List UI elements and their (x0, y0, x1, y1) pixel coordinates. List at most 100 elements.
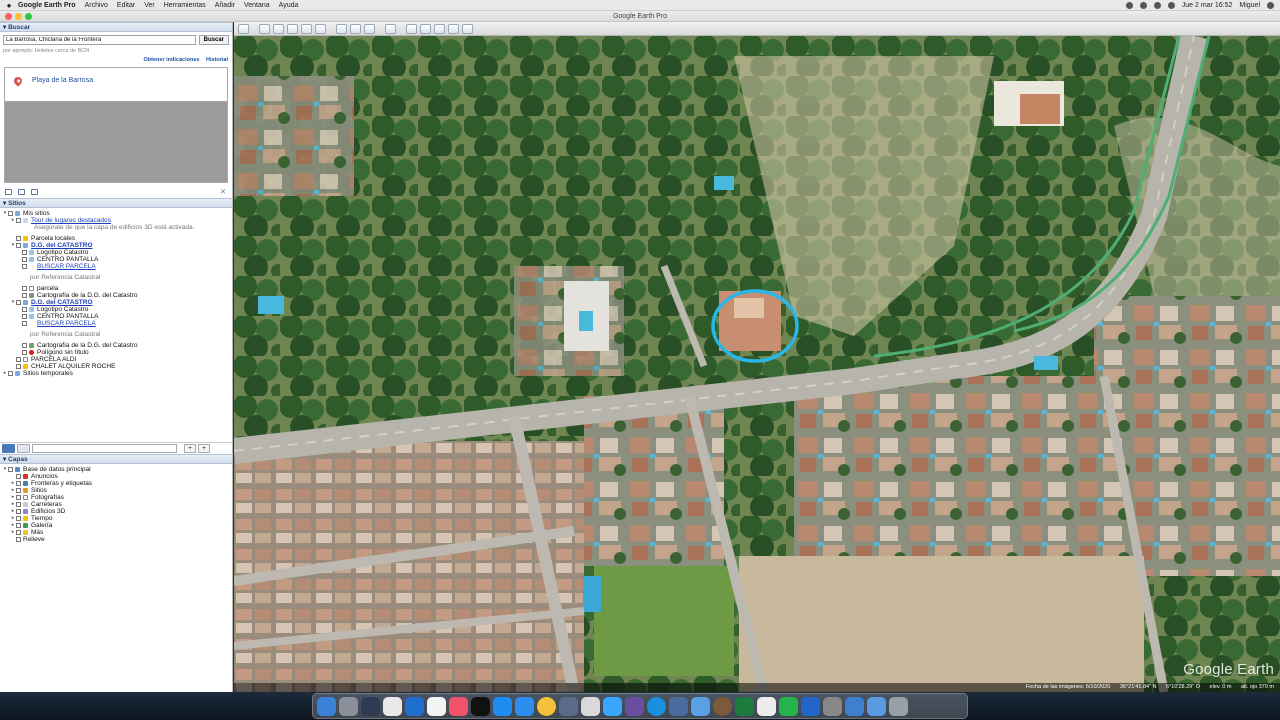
add-path-button[interactable] (287, 23, 298, 34)
music-icon[interactable] (449, 696, 468, 716)
clear-results-icon[interactable]: ✕ (220, 188, 226, 196)
layer-item[interactable]: ▸ Carreteras (0, 501, 232, 508)
word-icon[interactable] (801, 696, 820, 716)
search-panel-header[interactable]: ▾ Buscar (0, 22, 232, 32)
tree-item-centro-1[interactable]: CENTRO PANTALLA (0, 256, 232, 263)
folder-icon[interactable] (5, 188, 12, 195)
tree-item-parcela-locales[interactable]: Parcela locales (0, 235, 232, 242)
spotlight-icon[interactable] (1267, 2, 1274, 9)
system-preferences-icon[interactable] (581, 696, 600, 716)
skype-icon[interactable] (603, 696, 622, 716)
status-icon[interactable] (1125, 2, 1133, 9)
places-filter-input[interactable] (32, 444, 177, 453)
excel-icon[interactable] (735, 696, 754, 716)
historical-imagery-button[interactable] (336, 23, 347, 34)
tree-item-buscar-2[interactable]: BUSCAR PARCELA (0, 320, 232, 327)
tree-item-aldi[interactable]: PARCELA ALDI (0, 356, 232, 363)
tree-item-buscar-1[interactable]: BUSCAR PARCELA (0, 263, 232, 270)
places-panel-header[interactable]: ▾ Sitios (0, 198, 232, 208)
add-polygon-button[interactable] (273, 23, 284, 34)
tree-item-chalet[interactable]: CHALET ALQUILER ROCHE (0, 363, 232, 370)
notes-icon[interactable] (427, 696, 446, 716)
layer-item[interactable]: Anuncios (0, 473, 232, 480)
search-button[interactable]: Buscar (198, 35, 229, 45)
globe-button[interactable] (462, 23, 473, 34)
safari-icon[interactable] (515, 696, 534, 716)
move-up-button[interactable]: + (184, 444, 196, 453)
menu-herramientas[interactable]: Herramientas (164, 2, 206, 9)
layer-item[interactable]: ▸ Más (0, 529, 232, 536)
outlook-icon[interactable] (405, 696, 424, 716)
sunlight-button[interactable] (350, 23, 361, 34)
tree-item-temporales[interactable]: ▸ Sitios temporales (0, 370, 232, 377)
app-menu[interactable]: Google Earth Pro (18, 2, 76, 9)
edge-icon[interactable] (647, 696, 666, 716)
layer-item[interactable]: ▸ Fronteras y etiquetas (0, 480, 232, 487)
search-input[interactable] (3, 35, 196, 45)
map-view[interactable]: Google Earth Fecha de las imágenes: 6/10… (234, 22, 1280, 692)
layer-item[interactable]: Relieve (0, 536, 232, 543)
print-icon[interactable] (31, 188, 38, 195)
chrome-icon[interactable] (537, 696, 556, 716)
search-result-item[interactable]: Playa de la Barrosa (5, 68, 227, 102)
save-image-button[interactable] (434, 23, 445, 34)
move-down-button[interactable]: + (198, 444, 210, 453)
layer-item[interactable]: ▾ Base de datos principal (0, 466, 232, 473)
layers-panel-header[interactable]: ▾ Capas (0, 454, 232, 464)
add-overlay-button[interactable] (301, 23, 312, 34)
clock[interactable]: Jue 2 mar 16:52 (1182, 2, 1233, 9)
launchpad-icon[interactable] (339, 696, 358, 716)
tree-item-parcela[interactable]: parcela (0, 285, 232, 292)
textedit-icon[interactable] (757, 696, 776, 716)
menu-ver[interactable]: Ver (144, 2, 155, 9)
places-toggle-button[interactable] (2, 444, 15, 453)
app-store-icon[interactable] (493, 696, 512, 716)
slack-icon[interactable] (625, 696, 644, 716)
tree-item-poligono[interactable]: Polígono sin título (0, 349, 232, 356)
menu-anadir[interactable]: Añadir (215, 2, 235, 9)
add-placemark-button[interactable] (259, 23, 270, 34)
result-label[interactable]: Playa de la Barrosa (32, 77, 93, 84)
view-in-maps-button[interactable] (448, 23, 459, 34)
calendar-icon[interactable] (383, 696, 402, 716)
layer-item[interactable]: ▸ Sitios (0, 487, 232, 494)
preview-icon[interactable] (559, 696, 578, 716)
layers-toggle-button[interactable] (17, 444, 30, 453)
zoom-window-button[interactable] (25, 13, 32, 20)
close-window-button[interactable] (5, 13, 12, 20)
menu-archivo[interactable]: Archivo (85, 2, 108, 9)
whatsapp-icon[interactable] (779, 696, 798, 716)
layer-item[interactable]: ▸ Galería (0, 522, 232, 529)
mission-control-icon[interactable] (361, 696, 380, 716)
user-name[interactable]: Miguel (1239, 2, 1260, 9)
utility-icon[interactable] (823, 696, 842, 716)
apple-icon[interactable]: ● (0, 1, 18, 10)
tree-item-tour[interactable]: ▸ Tour de lugares destacados (0, 217, 232, 224)
print-button[interactable] (420, 23, 431, 34)
menu-ayuda[interactable]: Ayuda (279, 2, 299, 9)
tree-item-logotipo-1[interactable]: Logotipo Catastro (0, 249, 232, 256)
directions-link[interactable]: Obtener indicaciones (144, 57, 200, 63)
history-link[interactable]: Historial (206, 57, 228, 63)
downloads-folder-icon[interactable] (845, 696, 864, 716)
tree-item-logotipo-2[interactable]: Logotipo Catastro (0, 306, 232, 313)
tree-item-catastro-1[interactable]: ▾ D.G. del CATASTRO (0, 242, 232, 249)
battery-icon[interactable] (1167, 2, 1175, 9)
messages-icon[interactable] (691, 696, 710, 716)
planets-button[interactable] (364, 23, 375, 34)
apple-tv-icon[interactable] (471, 696, 490, 716)
layer-item[interactable]: ▸ Edificios 3D (0, 508, 232, 515)
copy-icon[interactable] (18, 188, 25, 195)
layer-item[interactable]: ▸ Tiempo (0, 515, 232, 522)
tree-item-cartografia-2[interactable]: Cartografía de la D.G. del Catastro (0, 342, 232, 349)
trash-icon[interactable] (889, 696, 908, 716)
tree-item-centro-2[interactable]: CENTRO PANTALLA (0, 313, 232, 320)
email-button[interactable] (406, 23, 417, 34)
google-earth-icon[interactable] (713, 696, 732, 716)
documents-folder-icon[interactable] (867, 696, 886, 716)
layer-item[interactable]: ▸ Fotografías (0, 494, 232, 501)
mail-icon[interactable] (669, 696, 688, 716)
record-tour-button[interactable] (315, 23, 326, 34)
menu-ventana[interactable]: Ventana (244, 2, 270, 9)
tree-item-catastro-2[interactable]: ▾ D.G. del CATASTRO (0, 299, 232, 306)
